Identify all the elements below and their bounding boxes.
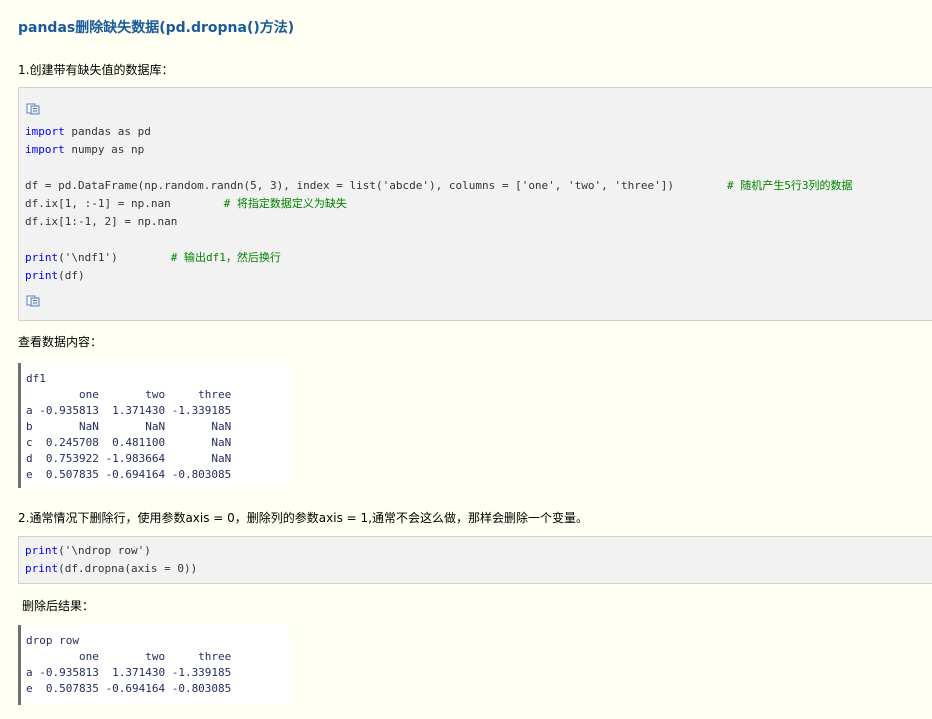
output-line: e 0.507835 -0.694164 -0.803085 [26,468,232,481]
code-line: import pandas as pd [25,125,151,138]
code-line: import numpy as np [25,143,145,156]
output-line: b NaN NaN NaN [26,420,232,433]
code-line: df.ix[1, :-1] = np.nan # 将指定数据定义为缺失 [25,197,347,210]
output-line: one two three [26,388,232,401]
copy-code-icon[interactable] [26,103,40,115]
step1-text: 1.创建带有缺失值的数据库： [18,63,174,77]
output-line: drop row [26,634,79,647]
code-line: df.ix[1:-1, 2] = np.nan [25,215,178,228]
code-line: print('\ndrop row') [25,544,151,557]
code-line: df = pd.DataFrame(np.random.randn(5, 3),… [25,179,853,192]
output-line: a -0.935813 1.371430 -1.339185 [26,666,232,679]
copy-code-icon[interactable] [26,295,40,307]
output-line: e 0.507835 -0.694164 -0.803085 [26,682,232,695]
output-line: one two three [26,650,232,663]
output-block-df1: df1 one two three a -0.935813 1.371430 -… [18,363,290,488]
output-line: d 0.753922 -1.983664 NaN [26,452,232,465]
code-line: print(df) [25,269,85,282]
code-block-dropna: print('\ndrop row') print(df.dropna(axis… [18,536,932,584]
code-line: print('\ndf1') # 输出df1，然后换行 [25,251,281,264]
code-block-create-df: import pandas as pd import numpy as np d… [18,87,932,321]
code-line: print(df.dropna(axis = 0)) [25,562,198,575]
result-label: 删除后结果： [22,599,95,613]
output-line: a -0.935813 1.371430 -1.339185 [26,404,232,417]
output-line: df1 [26,372,46,385]
output-line: c 0.245708 0.481100 NaN [26,436,232,449]
view-data-label: 查看数据内容： [18,335,103,349]
step2-text: 2.通常情况下删除行，使用参数axis = 0，删除列的参数axis = 1,通… [18,511,588,525]
article-title: pandas删除缺失数据(pd.dropna()方法) [18,20,295,36]
output-block-drop-row: drop row one two three a -0.935813 1.371… [18,625,290,705]
